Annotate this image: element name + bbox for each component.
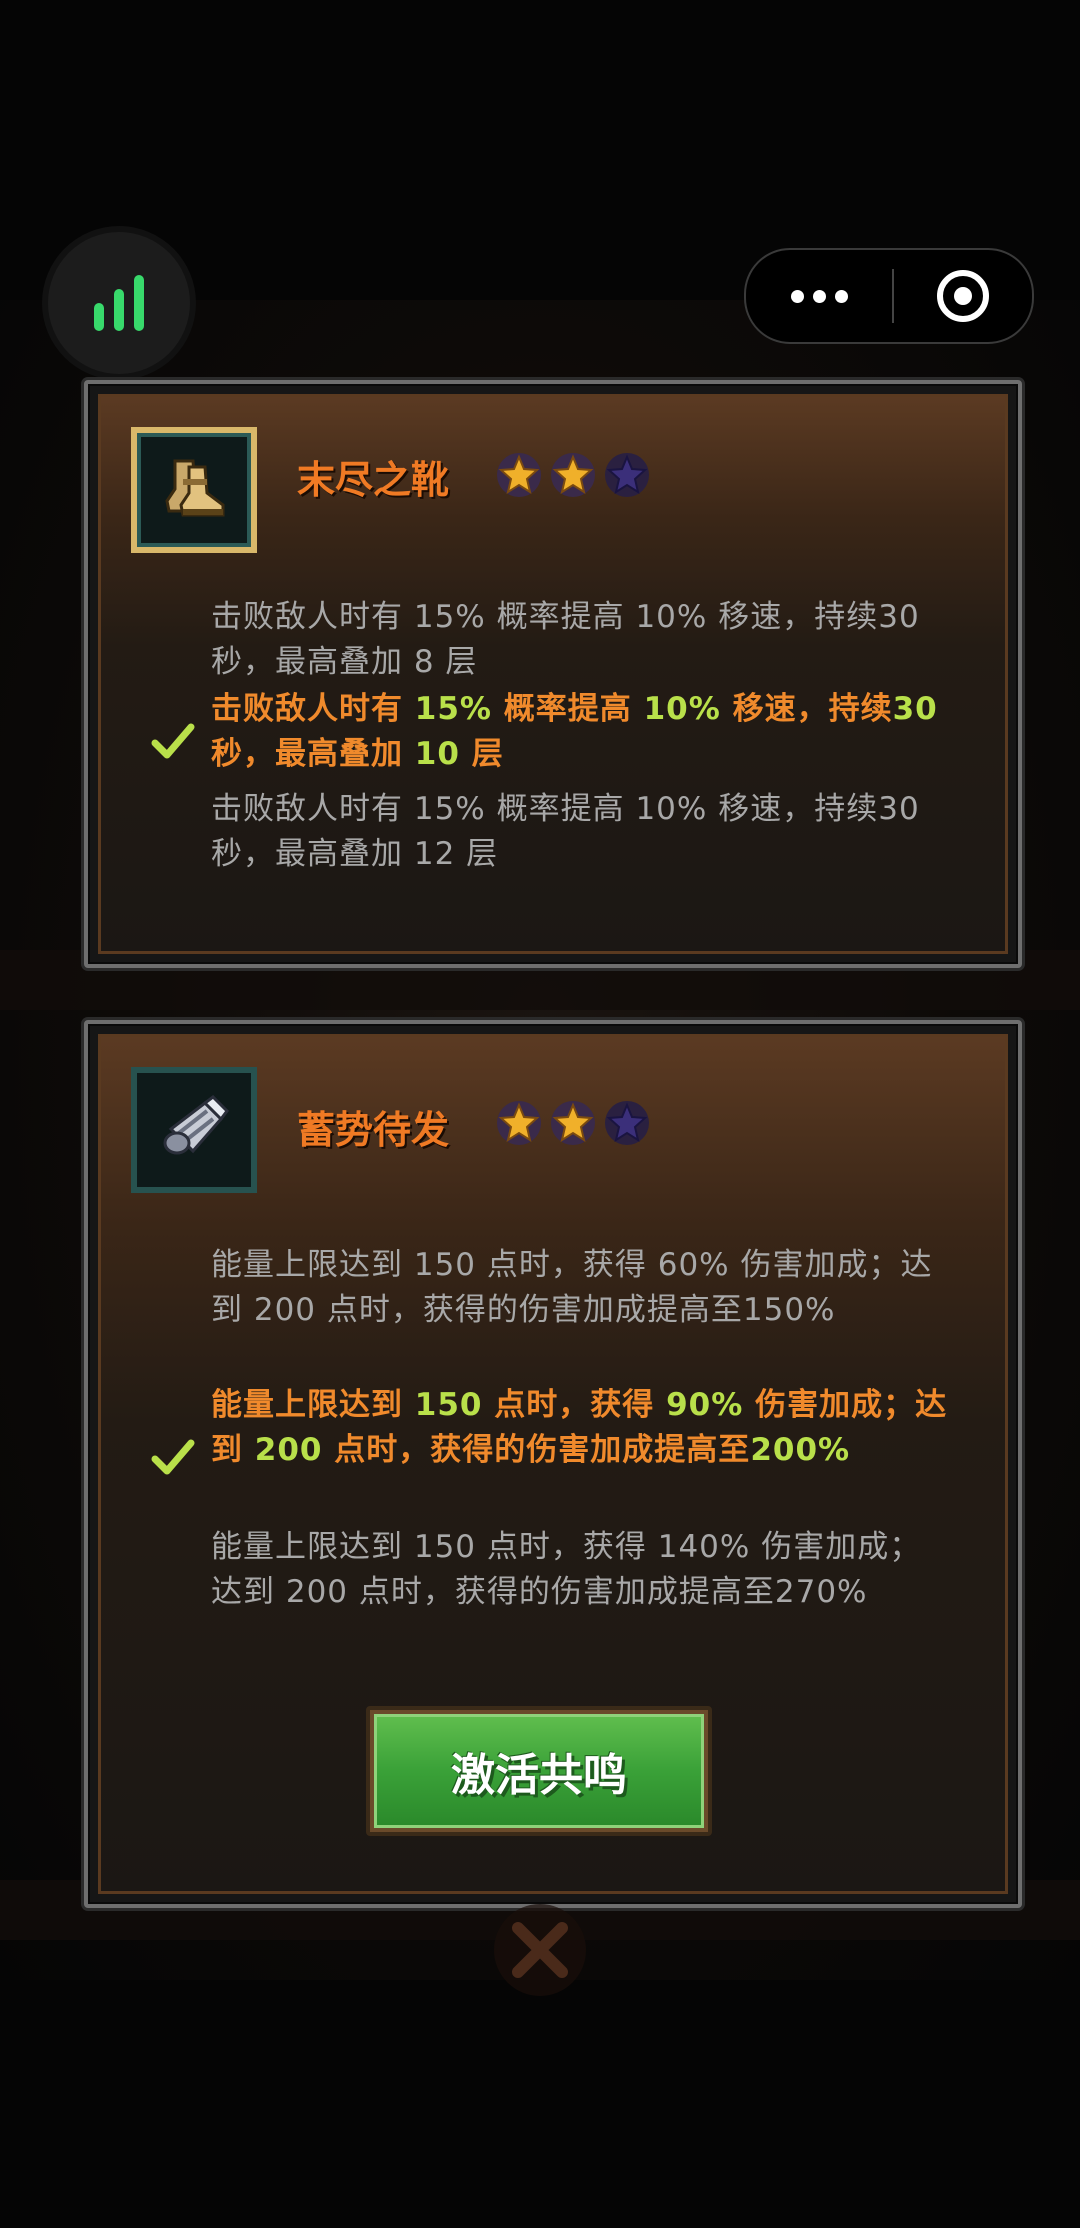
star-rating	[495, 451, 651, 499]
level-description-active: 能量上限达到 150 点时，获得 90% 伤害加成；达到 200 点时，获得的伤…	[211, 1387, 948, 1468]
skill-icon-frame[interactable]	[131, 427, 257, 553]
level-description: 能量上限达到 150 点时，获得 60% 伤害加成；达到 200 点时，获得的伤…	[211, 1247, 933, 1328]
activate-resonance-button[interactable]: 激活共鸣	[366, 1706, 712, 1836]
skill-icon-frame[interactable]	[131, 1067, 257, 1193]
level-description: 能量上限达到 150 点时，获得 140% 伤害加成；达到 200 点时，获得的…	[211, 1529, 922, 1610]
level-description-active: 击败敌人时有 15% 概率提高 10% 移速，持续30 秒，最高叠加 10 层	[211, 691, 938, 772]
star-filled-icon	[495, 1099, 543, 1147]
checkmark-icon	[151, 723, 195, 759]
star-filled-icon	[549, 1099, 597, 1147]
checkmark-icon	[151, 1439, 195, 1475]
signal-bars-icon	[94, 275, 144, 331]
skill-title: 末尽之靴	[297, 458, 450, 502]
star-rating	[495, 1099, 651, 1147]
activate-resonance-label: 激活共鸣	[374, 1714, 704, 1828]
level-description: 击败敌人时有 15% 概率提高 10% 移速，持续30 秒，最高叠加 8 层	[211, 599, 920, 680]
level-description: 击败敌人时有 15% 概率提高 10% 移速，持续30 秒，最高叠加 12 层	[211, 791, 920, 872]
signal-button[interactable]	[48, 232, 190, 374]
star-filled-icon	[549, 451, 597, 499]
more-menu-button[interactable]	[746, 289, 892, 303]
more-dots-icon	[790, 289, 804, 303]
boots-icon	[165, 459, 225, 517]
miniprogram-capsule	[744, 248, 1034, 344]
skill-card-1-inner: 末尽之靴 击败敌人时有 15% 概率提高 10% 移速，持续30 秒，最高叠加 …	[98, 394, 1008, 954]
star-filled-icon	[495, 451, 543, 499]
target-circle-icon	[937, 270, 989, 322]
close-miniprogram-button[interactable]	[894, 270, 1032, 322]
star-empty-icon	[603, 1099, 651, 1147]
skill-card-1: 末尽之靴 击败敌人时有 15% 概率提高 10% 移速，持续30 秒，最高叠加 …	[84, 380, 1022, 968]
close-x-icon[interactable]	[490, 1900, 590, 2000]
gauntlet-icon	[163, 1095, 229, 1155]
star-empty-icon	[603, 451, 651, 499]
skill-title: 蓄势待发	[297, 1108, 450, 1152]
